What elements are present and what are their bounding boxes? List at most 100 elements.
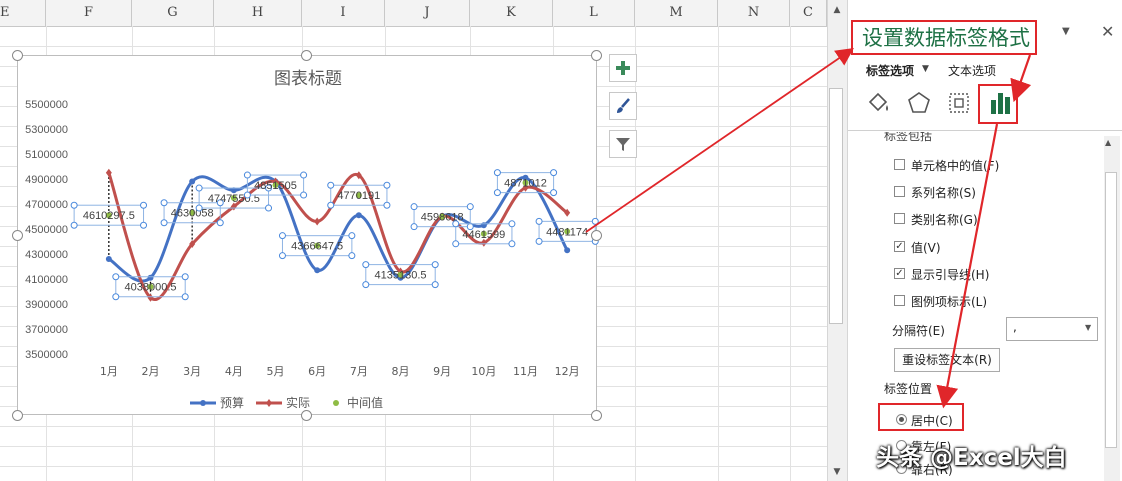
data-label[interactable]: 4770191 (337, 190, 380, 202)
data-label-handle[interactable] (265, 204, 273, 212)
checkbox-label[interactable]: 值(V) (911, 239, 941, 256)
checkbox[interactable]: ✓ (894, 267, 905, 279)
scroll-up-arrow-icon[interactable]: ▲ (1105, 138, 1111, 147)
data-label-handle[interactable] (140, 201, 148, 209)
chart-filters-button[interactable] (609, 130, 637, 158)
column-header-I[interactable]: I (302, 0, 385, 26)
data-label-handle[interactable] (243, 171, 251, 179)
data-label-handle[interactable] (278, 232, 286, 240)
data-label-handle[interactable] (535, 217, 543, 225)
fill-icon[interactable] (866, 90, 892, 116)
checkbox-label[interactable]: 系列名称(S) (911, 184, 976, 201)
data-label-handle[interactable] (327, 201, 335, 209)
checkbox[interactable] (894, 295, 905, 306)
checkbox-label[interactable]: 图例项标示(L) (911, 293, 987, 310)
checkbox-label[interactable]: 显示引导线(H) (911, 266, 989, 283)
column-header-L[interactable]: L (553, 0, 635, 26)
chart-title[interactable]: 图表标题 (274, 69, 342, 88)
data-label-handle[interactable] (493, 169, 501, 177)
series-point-budget[interactable] (480, 222, 487, 229)
checkbox-label[interactable]: 单元格中的值(F) (911, 157, 999, 174)
column-header-E[interactable]: E (0, 0, 46, 26)
sheet-scroll-thumb[interactable] (829, 88, 843, 324)
resize-handle-bottom[interactable] (301, 410, 312, 421)
data-label-handle[interactable] (243, 191, 251, 199)
data-label-handle[interactable] (160, 199, 168, 207)
column-header-G[interactable]: G (132, 0, 214, 26)
data-label-handle[interactable] (140, 221, 148, 229)
size-icon[interactable] (946, 90, 972, 116)
resize-handle-left[interactable] (12, 230, 23, 241)
data-label-handle[interactable] (431, 261, 439, 269)
resize-handle-tl[interactable] (12, 50, 23, 61)
separator-select[interactable]: , ▼ (1006, 317, 1098, 341)
pentagon-icon[interactable] (906, 90, 932, 116)
data-label[interactable]: 4871012 (504, 178, 547, 190)
tab-label-options[interactable]: 标签选项 (866, 62, 914, 79)
data-label-handle[interactable] (362, 261, 370, 269)
data-label-handle[interactable] (112, 293, 120, 301)
legend-item[interactable]: 中间值 (347, 395, 383, 410)
data-label[interactable]: 4630058 (171, 208, 214, 220)
scroll-down-arrow-icon[interactable]: ▼ (830, 465, 844, 479)
data-label-handle[interactable] (452, 220, 460, 228)
reset-label-text-button[interactable]: 重设标签文本(R) (894, 348, 1000, 372)
data-label-handle[interactable] (160, 219, 168, 227)
legend-item[interactable]: 预算 (220, 395, 244, 410)
column-header-M[interactable]: M (635, 0, 718, 26)
checkbox[interactable] (894, 186, 905, 198)
data-label-handle[interactable] (348, 252, 356, 260)
data-label-handle[interactable] (508, 220, 516, 228)
checkbox-label[interactable]: 类别名称(G) (911, 211, 978, 228)
data-label-handle[interactable] (300, 171, 308, 179)
column-header-H[interactable]: H (214, 0, 302, 26)
data-label-handle[interactable] (195, 184, 203, 192)
data-label-handle[interactable] (535, 237, 543, 245)
pane-scroll-thumb[interactable] (1105, 172, 1117, 448)
data-label-handle[interactable] (550, 189, 558, 197)
chart[interactable]: 图表标题 5500000 5300000 5100000 4900000 4700000… (17, 55, 599, 415)
data-label-handle[interactable] (70, 221, 78, 229)
checkbox[interactable] (894, 213, 905, 225)
series-point-budget[interactable] (105, 256, 112, 262)
data-label-handle[interactable] (410, 203, 418, 211)
column-header-K[interactable]: K (470, 0, 553, 26)
data-label[interactable]: 4481174 (546, 226, 588, 238)
data-label-handle[interactable] (431, 281, 439, 289)
data-label-handle[interactable] (348, 232, 356, 240)
pane-scrollbar[interactable]: ▲ (1104, 136, 1120, 481)
scroll-up-arrow-icon[interactable]: ▲ (830, 3, 844, 17)
data-label-handle[interactable] (112, 273, 120, 281)
checkbox[interactable]: ✓ (894, 240, 905, 252)
series-point-budget[interactable] (147, 274, 154, 281)
chart-elements-button[interactable] (609, 54, 637, 82)
series-point-budget[interactable] (564, 247, 571, 254)
data-label[interactable]: 4851505 (254, 180, 297, 192)
data-label-handle[interactable] (591, 217, 599, 225)
checkbox[interactable] (894, 159, 905, 170)
close-icon[interactable]: ✕ (1101, 22, 1114, 41)
column-header-N[interactable]: N (718, 0, 790, 26)
data-label[interactable]: 4135130.5 (375, 270, 427, 282)
resize-handle-tr[interactable] (591, 50, 602, 61)
pane-options-chevron-icon[interactable]: ▼ (1062, 26, 1070, 37)
data-label[interactable]: 4038000.5 (125, 282, 177, 294)
worksheet[interactable]: EFGHIJKLMNC 图表标题 5500000 5300000 5100000 49… (0, 0, 827, 481)
data-label[interactable]: 4366647.5 (291, 241, 343, 253)
resize-handle-bl[interactable] (12, 410, 23, 421)
data-label-handle[interactable] (452, 240, 460, 248)
resize-handle-br[interactable] (591, 410, 602, 421)
series-point-budget[interactable] (355, 212, 362, 219)
data-label-handle[interactable] (70, 201, 78, 209)
chart-styles-button[interactable] (609, 92, 637, 120)
data-label-handle[interactable] (383, 181, 391, 189)
series-point-budget[interactable] (189, 178, 196, 185)
data-label-handle[interactable] (493, 189, 501, 197)
data-label-handle[interactable] (278, 252, 286, 260)
column-header-C[interactable]: C (790, 0, 827, 26)
data-label[interactable]: 4461599 (462, 229, 505, 241)
data-label-handle[interactable] (195, 204, 203, 212)
resize-handle-top[interactable] (301, 50, 312, 61)
legend-item[interactable]: 实际 (286, 395, 310, 410)
data-label-handle[interactable] (550, 169, 558, 177)
